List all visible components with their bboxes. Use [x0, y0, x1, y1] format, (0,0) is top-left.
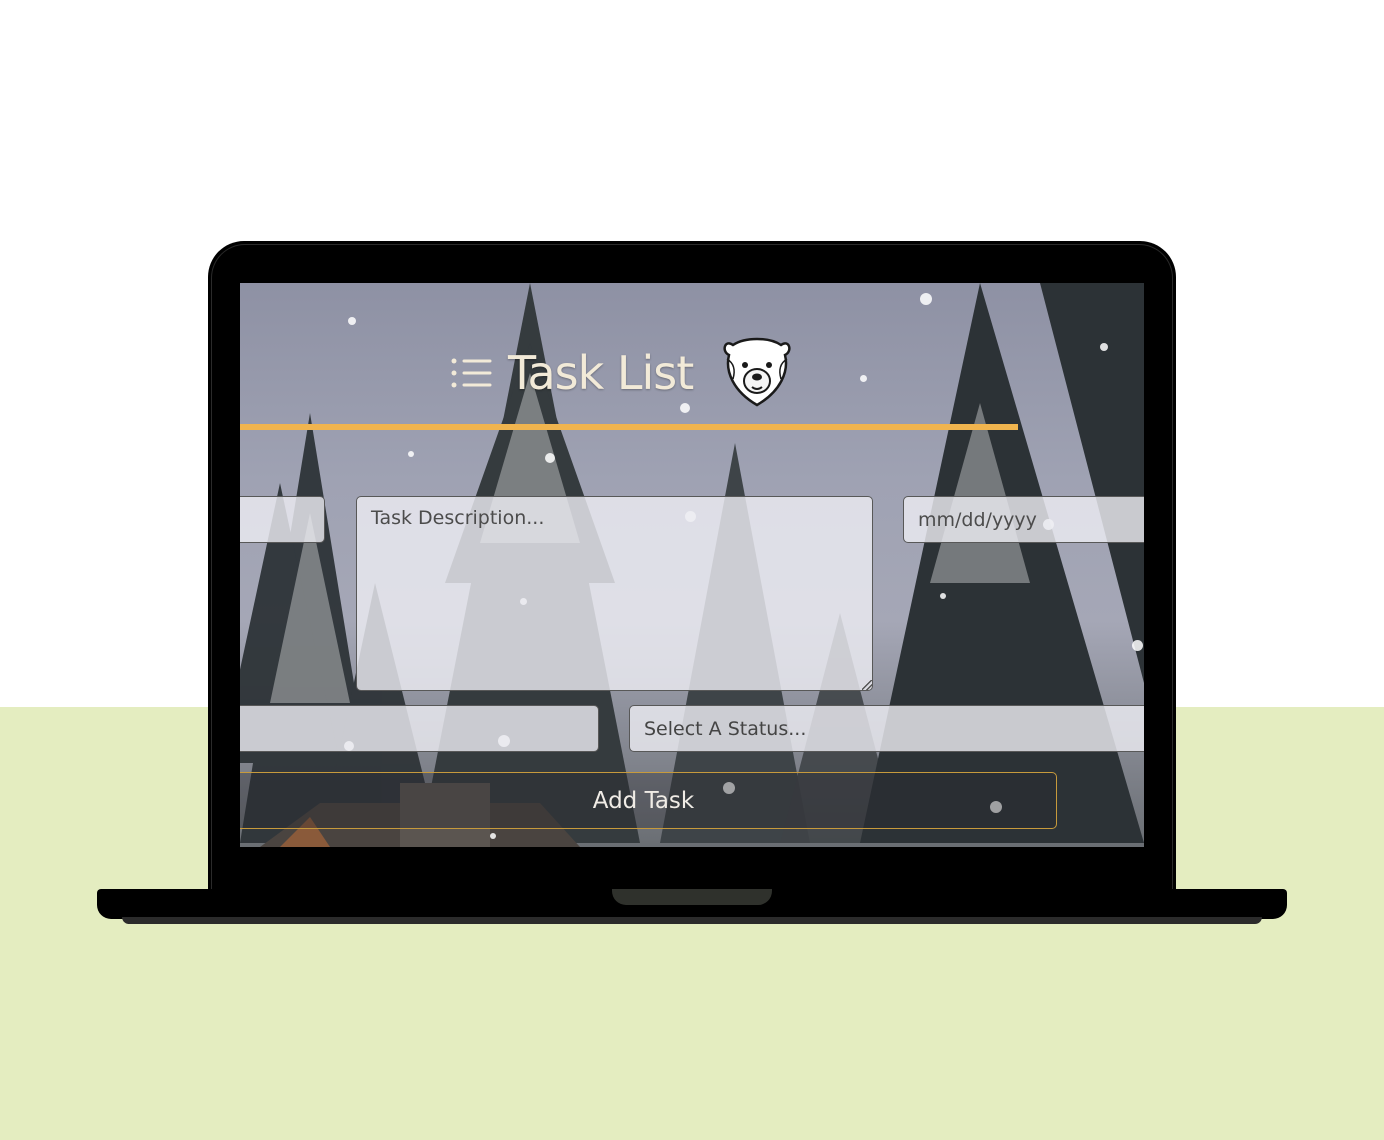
laptop-notch — [612, 889, 772, 905]
list-icon — [450, 355, 494, 391]
snowflake — [408, 451, 414, 457]
title-divider — [240, 424, 1018, 430]
snowflake — [920, 293, 932, 305]
due-date-input[interactable] — [903, 496, 1144, 543]
assignee-input[interactable] — [240, 705, 599, 752]
app-screen: Task List Select A Status... Add Task — [240, 283, 1144, 847]
snowflake — [1132, 640, 1143, 651]
snowflake — [860, 375, 867, 382]
task-description-input[interactable] — [356, 496, 873, 691]
app-header: Task List — [450, 335, 795, 411]
textarea-resize-handle[interactable] — [862, 680, 872, 690]
page-title: Task List — [508, 346, 694, 400]
laptop-foot — [122, 917, 1262, 924]
snowflake — [940, 593, 946, 599]
status-select-label: Select A Status... — [644, 717, 807, 740]
task-name-input[interactable] — [240, 496, 325, 543]
add-task-button[interactable]: Add Task — [240, 772, 1057, 829]
snowflake — [545, 453, 555, 463]
snowflake — [1100, 343, 1108, 351]
snowflake — [348, 317, 356, 325]
polar-bear-icon — [719, 335, 795, 411]
snowflake — [490, 833, 496, 839]
status-select[interactable]: Select A Status... — [629, 705, 1144, 752]
